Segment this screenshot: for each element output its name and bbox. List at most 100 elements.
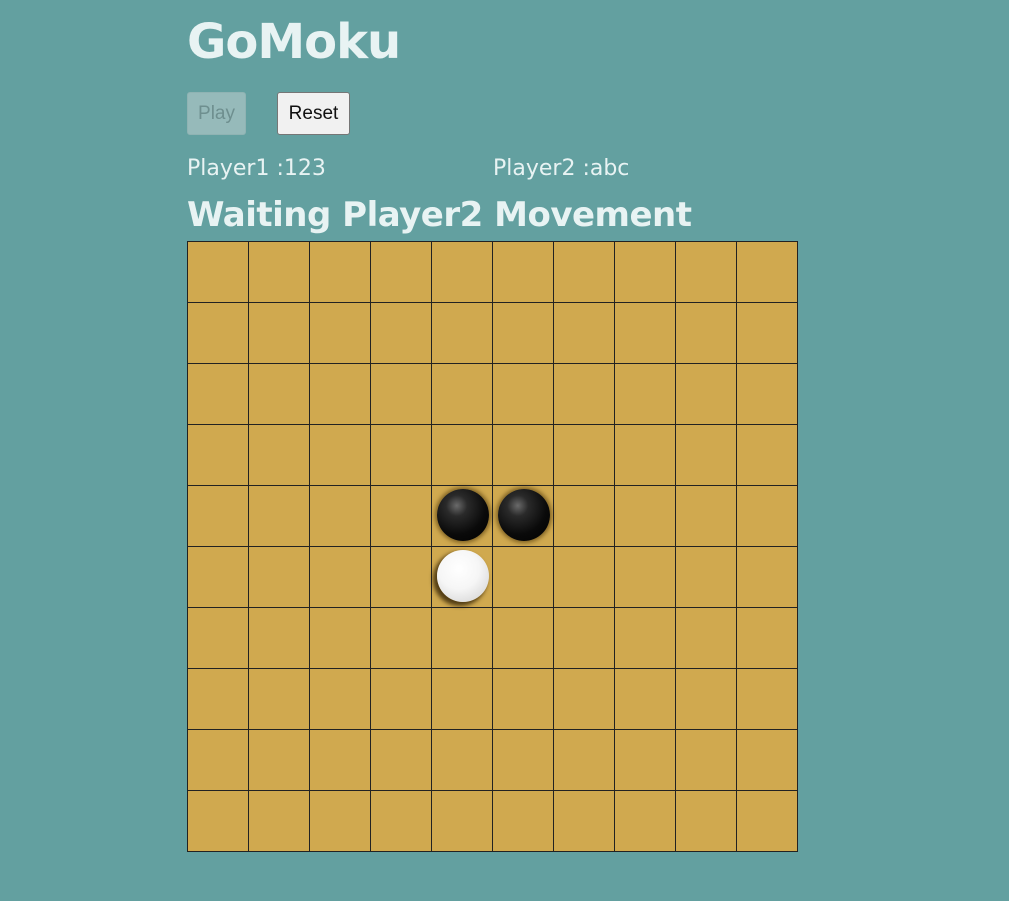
board-cell[interactable]: [737, 669, 798, 730]
board-cell[interactable]: [310, 669, 371, 730]
board-cell[interactable]: [554, 547, 615, 608]
board-cell[interactable]: [432, 608, 493, 669]
board-cell[interactable]: [249, 791, 310, 852]
board-cell[interactable]: [310, 730, 371, 791]
board-cell[interactable]: [554, 730, 615, 791]
board-cell[interactable]: [493, 486, 554, 547]
board-cell[interactable]: [737, 242, 798, 303]
board-cell[interactable]: [188, 669, 249, 730]
reset-button[interactable]: Reset: [277, 92, 350, 135]
board-cell[interactable]: [676, 425, 737, 486]
board-cell[interactable]: [737, 791, 798, 852]
board-cell[interactable]: [188, 486, 249, 547]
board-cell[interactable]: [737, 425, 798, 486]
board-cell[interactable]: [249, 547, 310, 608]
board-cell[interactable]: [676, 791, 737, 852]
board-cell[interactable]: [432, 425, 493, 486]
board-cell[interactable]: [188, 608, 249, 669]
board-cell[interactable]: [554, 303, 615, 364]
board-cell[interactable]: [554, 608, 615, 669]
board-cell[interactable]: [493, 791, 554, 852]
board-cell[interactable]: [310, 242, 371, 303]
board-cell[interactable]: [676, 364, 737, 425]
board-cell[interactable]: [310, 486, 371, 547]
board-cell[interactable]: [737, 547, 798, 608]
board-cell[interactable]: [432, 364, 493, 425]
board-cell[interactable]: [554, 425, 615, 486]
board-cell[interactable]: [371, 791, 432, 852]
board-cell[interactable]: [371, 242, 432, 303]
board-cell[interactable]: [188, 364, 249, 425]
board-cell[interactable]: [249, 242, 310, 303]
board-cell[interactable]: [737, 364, 798, 425]
board-cell[interactable]: [615, 486, 676, 547]
board-cell[interactable]: [493, 364, 554, 425]
board-cell[interactable]: [676, 242, 737, 303]
board-cell[interactable]: [432, 242, 493, 303]
board-cell[interactable]: [737, 730, 798, 791]
board-cell[interactable]: [249, 364, 310, 425]
board-cell[interactable]: [493, 242, 554, 303]
board-cell[interactable]: [188, 425, 249, 486]
board-cell[interactable]: [249, 425, 310, 486]
board-cell[interactable]: [310, 608, 371, 669]
board-cell[interactable]: [554, 242, 615, 303]
board-cell[interactable]: [493, 425, 554, 486]
board-cell[interactable]: [188, 303, 249, 364]
board-cell[interactable]: [493, 608, 554, 669]
board-cell[interactable]: [432, 486, 493, 547]
board-cell[interactable]: [188, 242, 249, 303]
board-cell[interactable]: [249, 669, 310, 730]
board-cell[interactable]: [310, 364, 371, 425]
board-cell[interactable]: [371, 364, 432, 425]
board-cell[interactable]: [554, 791, 615, 852]
board-cell[interactable]: [188, 791, 249, 852]
board-cell[interactable]: [737, 608, 798, 669]
play-button[interactable]: Play: [187, 92, 246, 135]
board-cell[interactable]: [676, 730, 737, 791]
board-cell[interactable]: [310, 425, 371, 486]
board-cell[interactable]: [615, 608, 676, 669]
board-cell[interactable]: [554, 486, 615, 547]
board-cell[interactable]: [676, 608, 737, 669]
board-cell[interactable]: [615, 669, 676, 730]
board-cell[interactable]: [676, 303, 737, 364]
board-cell[interactable]: [615, 242, 676, 303]
board-cell[interactable]: [371, 608, 432, 669]
board-cell[interactable]: [615, 303, 676, 364]
board-cell[interactable]: [310, 547, 371, 608]
board-cell[interactable]: [432, 730, 493, 791]
board-cell[interactable]: [615, 547, 676, 608]
board-cell[interactable]: [371, 669, 432, 730]
board-cell[interactable]: [615, 791, 676, 852]
board-cell[interactable]: [493, 547, 554, 608]
board-cell[interactable]: [493, 669, 554, 730]
board-cell[interactable]: [249, 730, 310, 791]
board-cell[interactable]: [249, 486, 310, 547]
board-cell[interactable]: [676, 547, 737, 608]
board-cell[interactable]: [493, 730, 554, 791]
board-cell[interactable]: [615, 364, 676, 425]
board-cell[interactable]: [371, 486, 432, 547]
board-cell[interactable]: [310, 303, 371, 364]
board-cell[interactable]: [554, 669, 615, 730]
board-cell[interactable]: [371, 303, 432, 364]
board-cell[interactable]: [676, 486, 737, 547]
board-cell[interactable]: [249, 608, 310, 669]
board-cell[interactable]: [432, 303, 493, 364]
board-cell[interactable]: [371, 730, 432, 791]
board-cell[interactable]: [371, 547, 432, 608]
board-cell[interactable]: [615, 425, 676, 486]
board-cell[interactable]: [371, 425, 432, 486]
board-cell[interactable]: [310, 791, 371, 852]
board-cell[interactable]: [676, 669, 737, 730]
board-cell[interactable]: [188, 547, 249, 608]
board-cell[interactable]: [432, 547, 493, 608]
board-cell[interactable]: [554, 364, 615, 425]
board-cell[interactable]: [737, 486, 798, 547]
board-cell[interactable]: [432, 669, 493, 730]
board-cell[interactable]: [249, 303, 310, 364]
board-cell[interactable]: [493, 303, 554, 364]
board-cell[interactable]: [737, 303, 798, 364]
board-cell[interactable]: [188, 730, 249, 791]
